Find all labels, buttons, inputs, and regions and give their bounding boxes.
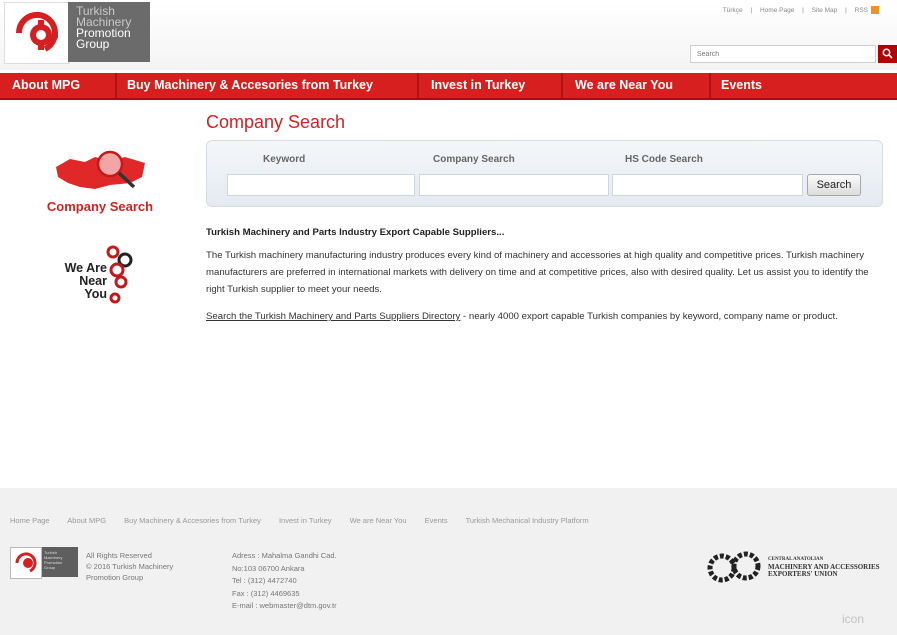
logo[interactable]: Turkish Machinery Promotion Group xyxy=(4,2,150,64)
footer-link-invest[interactable]: Invest in Turkey xyxy=(279,516,332,525)
email-line[interactable]: E-mail : webmaster@dtm.gov.tr xyxy=(232,600,337,613)
footer-logo[interactable]: Turkish Machinery Promotion Group xyxy=(10,547,78,579)
copyright-line: © 2016 Turkish Machinery xyxy=(86,562,174,571)
contact-address: Adress : Mahalma Gandhi Cad. No:103 0670… xyxy=(232,550,337,613)
header: Turkish Machinery Promotion Group Türkçe… xyxy=(0,0,897,70)
site-search-button[interactable] xyxy=(878,45,897,63)
top-link-separator: | xyxy=(750,6,753,14)
footer-link-buy-machinery[interactable]: Buy Machinery & Accesories from Turkey xyxy=(124,516,261,525)
rss-icon[interactable] xyxy=(871,6,879,14)
copyright-line: Promotion Group xyxy=(86,573,144,582)
footer-logo-gear-icon xyxy=(10,547,42,579)
exporters-union-line: EXPORTERS' UNION xyxy=(768,570,838,578)
footer-link-platform[interactable]: Turkish Mechanical Industry Platform xyxy=(466,516,589,525)
copyright: All Rights Reserved © 2016 Turkish Machi… xyxy=(86,550,173,583)
home-page-link[interactable]: Home Page xyxy=(760,7,794,14)
logo-text: Turkish Machinery Promotion Group xyxy=(68,2,150,62)
directory-paragraph: Search the Turkish Machinery and Parts S… xyxy=(206,308,872,325)
sidebar-we-are-near-you[interactable]: We Are Near You xyxy=(55,240,145,310)
nav-item-we-are-near-you[interactable]: We are Near You xyxy=(563,73,707,98)
directory-description: - nearly 4000 export capable Turkish com… xyxy=(460,311,838,322)
company-search-input[interactable] xyxy=(419,174,609,196)
phone-line: Tel : (312) 4472740 xyxy=(232,576,297,585)
language-link[interactable]: Türkçe xyxy=(723,7,743,14)
address-line: No:103 06700 Ankara xyxy=(232,563,305,573)
site-map-link[interactable]: Site Map xyxy=(812,7,838,14)
logo-line: Group xyxy=(76,37,110,51)
icon-watermark: icon xyxy=(842,612,865,626)
suppliers-directory-link[interactable]: Search the Turkish Machinery and Parts S… xyxy=(206,311,460,322)
logo-gear-icon xyxy=(4,2,70,64)
nav-item-buy-machinery[interactable]: Buy Machinery & Accesories from Turkey xyxy=(117,73,417,98)
main-nav: About MPG Buy Machinery & Accesories fro… xyxy=(0,73,897,100)
rss-link[interactable]: RSS xyxy=(855,7,868,14)
exporters-union-text: CENTRAL ANATOLIAN MACHINERY AND ACCESSOR… xyxy=(768,556,880,579)
search-icon xyxy=(882,48,893,59)
near-label-line: You xyxy=(84,287,107,301)
keyword-input[interactable] xyxy=(227,174,415,196)
exporters-union-gears-icon xyxy=(707,551,761,583)
top-links: Türkçe | Home Page | Site Map | RSS xyxy=(717,6,879,14)
intro-title: Turkish Machinery and Parts Industry Exp… xyxy=(206,227,505,238)
nav-item-events[interactable]: Events xyxy=(711,73,811,98)
footer-logo-text: Turkish Machinery Promotion Group xyxy=(42,547,78,577)
sidebar-company-search[interactable]: Company Search xyxy=(38,147,162,214)
sidebar-company-search-label: Company Search xyxy=(46,199,154,214)
page-title: Company Search xyxy=(206,112,346,132)
site-search-input[interactable] xyxy=(690,45,876,63)
keyword-label: Keyword xyxy=(263,154,306,165)
search-button[interactable]: Search xyxy=(807,174,861,196)
hs-code-input[interactable] xyxy=(612,174,803,196)
fax-line: Fax : (312) 4469635 xyxy=(232,588,300,598)
nav-item-about-mpg[interactable]: About MPG xyxy=(2,73,115,98)
exporters-union-logo[interactable]: CENTRAL ANATOLIAN MACHINERY AND ACCESSOR… xyxy=(706,550,891,584)
top-link-separator: | xyxy=(845,6,847,14)
near-label: We Are Near You xyxy=(65,262,107,301)
footer-link-events[interactable]: Events xyxy=(425,516,448,525)
footer-links: Home Page About MPG Buy Machinery & Acce… xyxy=(10,516,605,525)
footer-logo-line: Group xyxy=(44,565,56,570)
company-search-panel: Keyword Company Search HS Code Search Se… xyxy=(206,140,883,207)
footer: Home Page About MPG Buy Machinery & Acce… xyxy=(0,488,897,635)
footer-link-about[interactable]: About MPG xyxy=(67,516,106,525)
company-search-label: Company Search xyxy=(433,154,515,165)
top-link-separator: | xyxy=(802,6,804,14)
hs-code-label: HS Code Search xyxy=(625,154,703,165)
copyright-line: All Rights Reserved xyxy=(86,551,152,560)
footer-link-home[interactable]: Home Page xyxy=(10,516,50,525)
address-line: Adress : Mahalma Gandhi Cad. xyxy=(232,551,337,560)
intro-paragraph: The Turkish machinery manufacturing indu… xyxy=(206,250,869,295)
nav-item-invest-in-turkey[interactable]: Invest in Turkey xyxy=(419,73,559,98)
turkey-map-magnifier-icon xyxy=(50,147,150,197)
footer-link-near-you[interactable]: We are Near You xyxy=(350,516,407,525)
